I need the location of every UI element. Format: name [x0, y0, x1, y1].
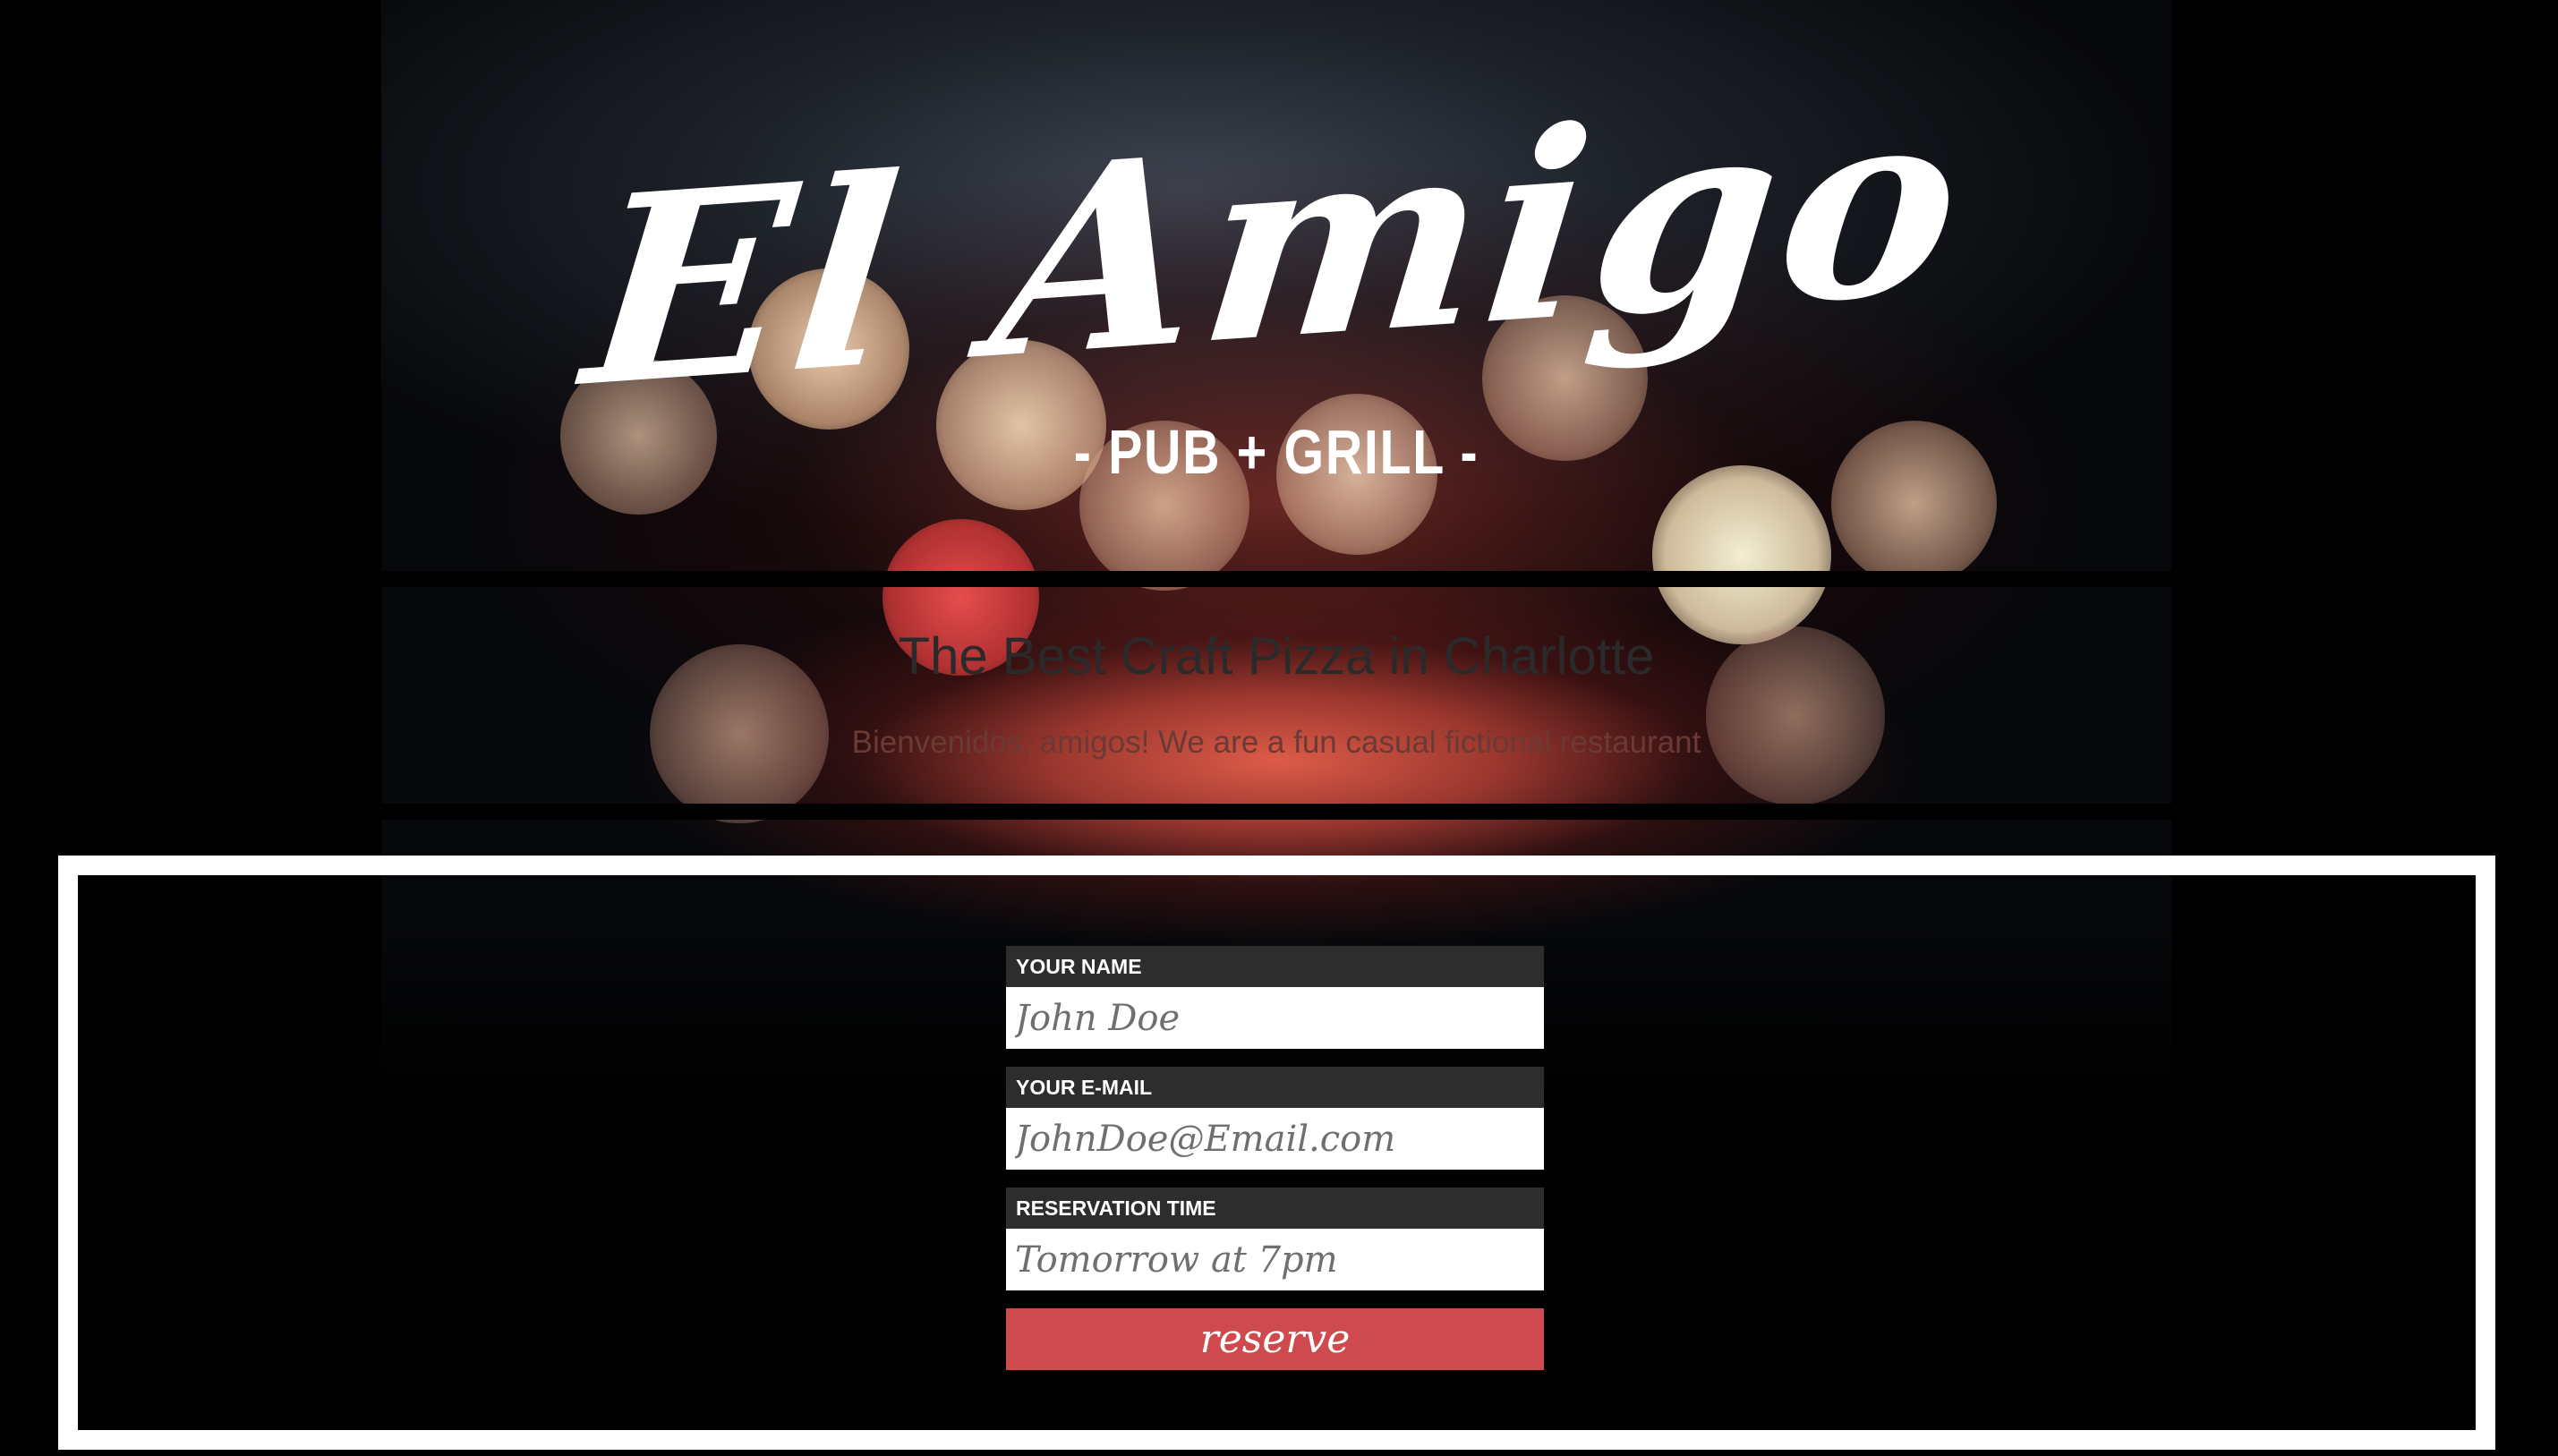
intro-subtitle: Bienvenidos, amigos! We are a fun casual…	[851, 725, 1701, 760]
email-label: YOUR E-MAIL	[1006, 1067, 1544, 1108]
reservation-form: YOUR NAME YOUR E-MAIL RESERVATION TIME r…	[1006, 946, 1544, 1370]
intro-section: The Best Craft Pizza in Charlotte Bienve…	[381, 589, 2171, 804]
name-label: YOUR NAME	[1006, 946, 1544, 987]
reservation-time-input[interactable]	[1006, 1229, 1544, 1290]
logo-tagline: - PUB + GRILL -	[1073, 417, 1479, 487]
reserve-button[interactable]: reserve	[1006, 1308, 1544, 1370]
name-field-group: YOUR NAME	[1006, 946, 1544, 1049]
page-title: The Best Craft Pizza in Charlotte	[898, 627, 1655, 685]
divider-bar	[381, 804, 2171, 820]
logo-script-text: El Amigo	[574, 47, 1979, 446]
time-field-group: RESERVATION TIME	[1006, 1188, 1544, 1290]
email-field-group: YOUR E-MAIL	[1006, 1067, 1544, 1170]
email-input[interactable]	[1006, 1108, 1544, 1170]
reservation-time-label: RESERVATION TIME	[1006, 1188, 1544, 1229]
divider-bar	[381, 571, 2171, 587]
name-input[interactable]	[1006, 987, 1544, 1049]
logo: El Amigo - PUB + GRILL -	[381, 47, 2171, 510]
